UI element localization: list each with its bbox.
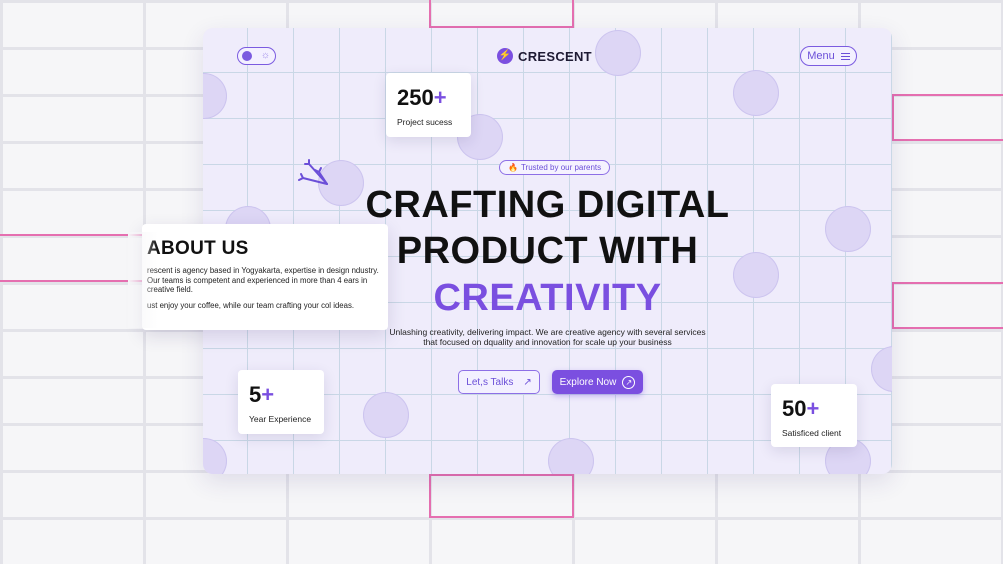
highlight-frame-right-1	[892, 94, 1003, 141]
theme-toggle[interactable]: ☼	[237, 47, 276, 65]
highlight-frame-bottom	[429, 474, 574, 518]
deco-circle	[363, 392, 409, 438]
stat-card-experience: 5+ Year Experience	[238, 370, 324, 434]
sun-icon: ☼	[260, 50, 270, 61]
arrow-up-right-icon: ↗	[622, 375, 636, 389]
menu-label: Menu	[807, 50, 835, 62]
lets-talk-button[interactable]: Let,s Talks ↗	[458, 370, 540, 394]
highlight-frame-right-2	[892, 282, 1003, 329]
explore-now-button[interactable]: Explore Now ↗	[552, 370, 643, 394]
trusted-text: Trusted by our parents	[520, 163, 602, 172]
deco-circle	[548, 438, 594, 474]
stat-label: Satisficed client	[782, 428, 842, 438]
about-title: ABOUT US	[147, 238, 249, 259]
brand-logo[interactable]: ⚡ CRESCENT	[497, 47, 592, 65]
stat-value: 50+	[782, 396, 820, 421]
stat-card-projects: 250+ Project sucess	[386, 73, 471, 137]
stat-value: 250+	[397, 85, 447, 110]
stat-label: Project sucess	[397, 117, 453, 127]
explore-now-label: Explore Now	[559, 376, 617, 388]
hero-subtitle-line2: that focused on dquality and innovation …	[423, 337, 672, 347]
deco-circle	[733, 70, 779, 116]
hero-headline-line1: CRAFTING DIGITAL	[365, 184, 730, 226]
fire-icon: 🔥	[508, 163, 518, 172]
highlight-frame-top	[429, 0, 574, 28]
trusted-badge: 🔥 Trusted by our parents	[499, 160, 611, 175]
menu-button[interactable]: Menu	[800, 46, 857, 66]
stat-value: 5+	[249, 382, 275, 407]
stat-card-clients: 50+ Satisficed client	[771, 384, 857, 447]
deco-circle	[203, 73, 227, 119]
brand-name: CRESCENT	[518, 48, 592, 64]
deco-circle	[871, 346, 892, 392]
about-us-card: ABOUT US rescent is agency based in Yogy…	[142, 224, 388, 330]
arrow-up-right-icon: ↗	[523, 376, 532, 388]
lets-talk-label: Let,s Talks	[466, 376, 514, 388]
deco-circle	[595, 30, 641, 76]
about-body: rescent is agency based in Yogyakarta, e…	[147, 266, 379, 294]
menu-icon	[840, 52, 850, 60]
bolt-icon: ⚡	[497, 48, 513, 64]
stat-label: Year Experience	[249, 414, 312, 424]
toggle-knob	[242, 51, 252, 61]
about-body-secondary: ust enjoy your coffee, while our team cr…	[147, 300, 355, 310]
deco-circle	[203, 438, 227, 474]
about-card-fade	[128, 232, 158, 328]
